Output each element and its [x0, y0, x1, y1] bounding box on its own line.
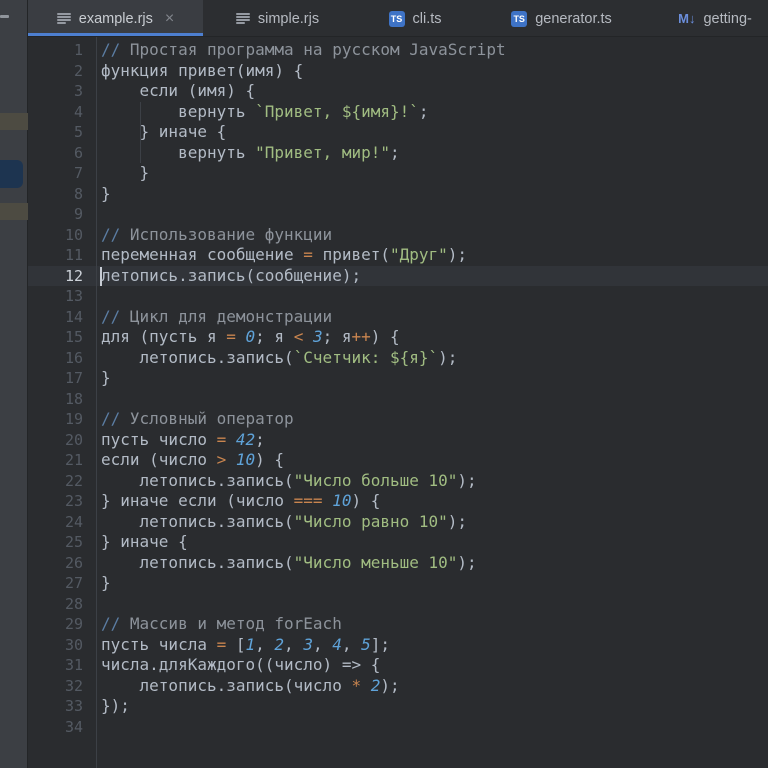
line-number[interactable]: 27 — [28, 573, 96, 594]
code-line: // Условный оператор — [101, 409, 294, 428]
line-number[interactable]: 29 — [28, 614, 96, 635]
code-line: }); — [101, 696, 130, 715]
code-line: // Использование функции — [101, 224, 333, 244]
line-number[interactable]: 26 — [28, 553, 96, 574]
code-line: для (пусть я = 0; я < 3; я++) { — [101, 327, 400, 346]
tab-label: generator.ts — [535, 10, 612, 27]
file-lines-icon — [56, 12, 71, 25]
close-icon[interactable]: × — [165, 10, 174, 27]
code-line: вернуть "Привет, мир!"; — [101, 142, 400, 162]
line-number[interactable]: 6 — [28, 143, 96, 164]
tab-cli-ts[interactable]: TS cli.ts — [352, 0, 478, 36]
line-number[interactable]: 12 — [28, 266, 96, 287]
code-lines[interactable]: // Простая программа на русском JavaScri… — [97, 37, 768, 737]
sidebar-item-highlight[interactable] — [0, 203, 28, 220]
line-number[interactable]: 33 — [28, 696, 96, 717]
line-number[interactable]: 24 — [28, 512, 96, 533]
code-line: пусть числа = [1, 2, 3, 4, 5]; — [101, 634, 391, 654]
code-line: летопись.запись(`Счетчик: ${я}`); — [101, 347, 458, 367]
line-number[interactable]: 19 — [28, 409, 96, 430]
code-line: летопись.запись("Число равно 10"); — [101, 511, 468, 531]
markdown-icon: M↓ — [678, 11, 696, 26]
line-number[interactable]: 25 — [28, 532, 96, 553]
tab-generator-ts[interactable]: TS generator.ts — [478, 0, 645, 36]
code-line: } — [101, 368, 111, 387]
line-number[interactable]: 7 — [28, 163, 96, 184]
code-line: числа.дляКаждого((число) => { — [101, 655, 381, 674]
code-line: вернуть `Привет, ${имя}!`; — [101, 101, 429, 121]
typescript-icon: TS — [388, 10, 405, 27]
tab-label: example.rjs — [78, 10, 153, 27]
tab-getting-started-md[interactable]: M↓ getting- — [645, 0, 768, 36]
code-line: функция привет(имя) { — [101, 60, 304, 80]
line-number[interactable]: 2 — [28, 61, 96, 82]
code-line: } — [101, 163, 150, 182]
line-number[interactable]: 34 — [28, 717, 96, 738]
ide-window: example.rjs × simple.rjs TS cli.ts TS ge… — [0, 0, 768, 768]
gutter-border — [96, 37, 97, 768]
sidebar-item-highlight[interactable] — [0, 113, 28, 130]
line-number[interactable]: 31 — [28, 655, 96, 676]
menu-icon[interactable] — [0, 15, 9, 18]
line-number[interactable]: 18 — [28, 389, 96, 410]
code-line: летопись.запись(сообщение); — [101, 265, 362, 285]
code-line: } иначе { — [101, 122, 227, 141]
indent-guide — [139, 101, 141, 163]
line-number[interactable]: 13 — [28, 286, 96, 307]
line-number[interactable]: 4 — [28, 102, 96, 123]
line-number[interactable]: 17 — [28, 368, 96, 389]
line-number[interactable]: 16 — [28, 348, 96, 369]
code-line: } иначе { — [101, 532, 188, 551]
line-number[interactable]: 30 — [28, 635, 96, 656]
code-line: // Массив и метод forEach — [101, 614, 342, 633]
code-line: } — [101, 183, 111, 203]
gutter: 1 2 3 4 5 6 7 8 9 10 11 12 13 14 15 16 17 18 19 20 21 22 23 24 2… — [28, 37, 96, 737]
tab-label: simple.rjs — [257, 10, 320, 27]
line-number[interactable]: 32 — [28, 676, 96, 697]
line-number[interactable]: 14 — [28, 307, 96, 328]
code-line: } — [101, 573, 111, 592]
code-editor[interactable]: 1 2 3 4 5 6 7 8 9 10 11 12 13 14 15 16 17 18 19 20 21 22 23 24 2… — [28, 37, 768, 768]
tab-bar: example.rjs × simple.rjs TS cli.ts TS ge… — [28, 0, 768, 37]
tab-label: cli.ts — [412, 10, 442, 27]
code-line: если (имя) { — [101, 81, 256, 100]
code-line: // Простая программа на русском JavaScri… — [101, 40, 506, 59]
code-line: летопись.запись(число * 2); — [101, 675, 400, 695]
code-line: летопись.запись("Число меньше 10"); — [101, 552, 477, 572]
code-line: если (число > 10) { — [101, 450, 285, 469]
code-line: пусть число = 42; — [101, 429, 265, 449]
tab-label: getting- — [703, 10, 752, 27]
tab-simple-rjs[interactable]: simple.rjs — [203, 0, 352, 36]
line-number[interactable]: 9 — [28, 204, 96, 225]
line-number[interactable]: 15 — [28, 327, 96, 348]
line-number[interactable]: 3 — [28, 81, 96, 102]
tab-example-rjs[interactable]: example.rjs × — [28, 0, 203, 36]
line-number[interactable]: 10 — [28, 225, 96, 246]
typescript-icon: TS — [511, 10, 528, 27]
line-number[interactable]: 8 — [28, 184, 96, 205]
project-sidebar — [0, 0, 28, 768]
line-number[interactable]: 1 — [28, 40, 96, 61]
file-lines-icon — [235, 12, 250, 25]
code-line: летопись.запись("Число больше 10"); — [101, 470, 477, 490]
line-number[interactable]: 21 — [28, 450, 96, 471]
line-number[interactable]: 23 — [28, 491, 96, 512]
line-number[interactable]: 5 — [28, 122, 96, 143]
code-line: // Цикл для демонстрации — [101, 306, 333, 326]
code-line: } иначе если (число === 10) { — [101, 491, 381, 510]
sidebar-item-selected[interactable] — [0, 160, 23, 188]
line-number[interactable]: 22 — [28, 471, 96, 492]
code-line: переменная сообщение = привет("Друг"); — [101, 245, 468, 264]
line-number[interactable]: 20 — [28, 430, 96, 451]
text-cursor — [100, 266, 102, 286]
line-number[interactable]: 11 — [28, 245, 96, 266]
line-number[interactable]: 28 — [28, 594, 96, 615]
